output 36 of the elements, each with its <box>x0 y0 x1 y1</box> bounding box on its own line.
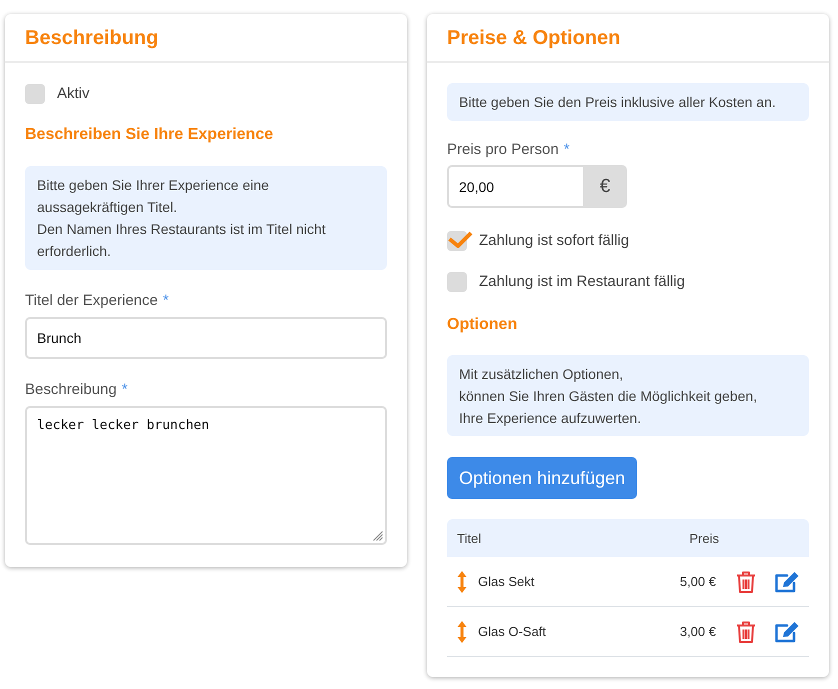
edit-icon[interactable] <box>775 570 800 592</box>
option-title: Glas Sekt <box>478 574 536 589</box>
required-asterisk: * <box>162 291 169 311</box>
option-price: 3,00 € <box>680 624 716 639</box>
info-text: Mit zusätzlichen Optionen, können Sie Ihren Gästen die Möglichkeit geben, Ihre Experience aufzuwerten. <box>459 365 758 428</box>
field-label: Preis pro Person <box>447 140 559 160</box>
add-options-button[interactable]: Optionen hinzufügen <box>447 457 638 499</box>
edit-icon[interactable] <box>775 620 800 642</box>
info-text: Bitte geben Sie den Preis inklusive aller Kosten an. <box>459 93 777 112</box>
checkbox-label: Zahlung ist im Restaurant fällig <box>479 272 685 292</box>
checkbox[interactable] <box>447 272 467 292</box>
checkbox-label: Aktiv <box>57 84 90 104</box>
card-title: Preise & Optionen <box>447 26 620 50</box>
column-header: Preis <box>689 530 719 546</box>
option-title: Glas O-Saft <box>478 624 547 639</box>
card-title: Beschreibung <box>25 26 158 50</box>
textarea-field[interactable]: lecker lecker brunchen <box>25 406 387 545</box>
section-heading: Optionen <box>447 315 518 335</box>
trash-icon[interactable] <box>736 570 756 592</box>
resize-grip-icon[interactable] <box>373 531 383 541</box>
currency-addon: € <box>583 165 627 208</box>
column-header: Titel <box>457 530 482 546</box>
text-input[interactable]: Brunch <box>25 317 387 359</box>
drag-handle-icon[interactable] <box>457 570 467 592</box>
field-label: Beschreibung <box>25 380 117 400</box>
info-text: Bitte geben Sie Ihrer Experience eine aussagekräftigen Titel. Den Namen Ihres Restaurants ist im Titel nicht erforderlich. <box>37 176 327 261</box>
option-price: 5,00 € <box>680 574 716 589</box>
checkbox[interactable] <box>447 231 473 251</box>
checkbox[interactable] <box>25 84 45 104</box>
required-asterisk: * <box>564 140 570 160</box>
section-heading: Beschreiben Sie Ihre Experience <box>25 125 274 145</box>
trash-icon[interactable] <box>736 620 756 642</box>
checkbox-label: Zahlung ist sofort fällig <box>479 231 630 251</box>
required-asterisk: * <box>122 380 128 400</box>
drag-handle-icon[interactable] <box>457 620 467 642</box>
field-label: Titel der Experience <box>25 291 158 311</box>
